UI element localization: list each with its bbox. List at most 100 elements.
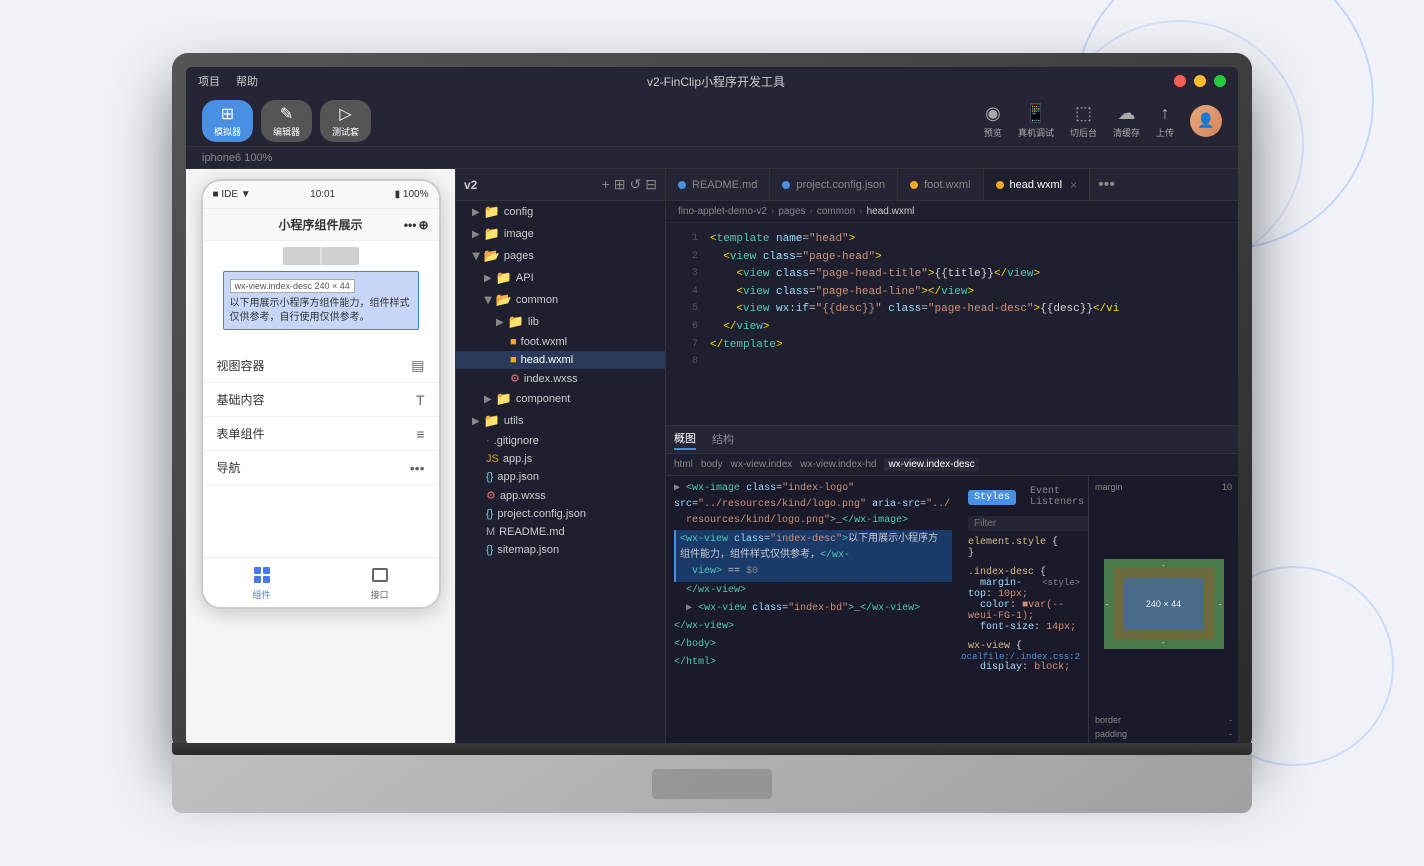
minimize-button[interactable] (1194, 75, 1206, 87)
tree-item-component[interactable]: ▶ 📁 component (456, 388, 665, 410)
folder-open-icon: 📂 (484, 248, 500, 264)
clear-cache-action[interactable]: ☁ 清缓存 (1113, 103, 1140, 139)
tree-item-foot-wxml[interactable]: ■ foot.wxml (456, 333, 665, 351)
tree-item-app-wxss[interactable]: ⚙ app.wxss (456, 486, 665, 505)
file-tree-title: v2 (464, 178, 477, 192)
styles-tab-event-listeners[interactable]: Event Listeners (1024, 484, 1088, 510)
styles-panel[interactable]: Styles Event Listeners DOM Breakpoints P… (960, 476, 1088, 745)
tab-item-component[interactable]: 组件 (251, 564, 273, 601)
window-controls (1174, 75, 1226, 87)
devtools-tab-structure[interactable]: 结构 (712, 431, 734, 449)
tab-dot (910, 181, 918, 189)
tree-item-readme[interactable]: M README.md (456, 523, 665, 541)
clear-cache-icon: ☁ (1117, 103, 1135, 124)
breadcrumb-part-2: pages (778, 206, 805, 217)
tree-item-app-json[interactable]: {} app.json (456, 468, 665, 486)
code-content: <view class="page-head-title">{{title}}<… (710, 266, 1040, 284)
clear-cache-label: 清缓存 (1113, 126, 1140, 139)
menu-item-project[interactable]: 项目 (198, 73, 220, 89)
simulator-button[interactable]: ⊞ 模拟器 (202, 100, 253, 142)
nav-item-basic-content[interactable]: 基础内容 T (203, 383, 439, 417)
tree-item-head-wxml[interactable]: ■ head.wxml (456, 351, 665, 369)
phone-title-bar: 小程序组件展示 ••• ⊕ (203, 209, 439, 241)
html-view[interactable]: ▶ <wx-image class="index-logo" src="../r… (666, 476, 960, 745)
close-button[interactable] (1174, 75, 1186, 87)
tab-close-icon[interactable]: × (1070, 178, 1077, 192)
toolbar-buttons: ⊞ 模拟器 ✎ 编辑器 ▷ 测试套 (202, 100, 371, 142)
devtools-content: ▶ <wx-image class="index-logo" src="../r… (666, 476, 1238, 745)
code-area[interactable]: 1 <template name="head"> 2 <view class="… (666, 223, 1238, 425)
breadcrumb-current: head.wxml (867, 206, 915, 217)
code-line-4: 4 <view class="page-head-line"></view> (666, 284, 1238, 302)
html-line: </wx-view> (674, 618, 952, 636)
folder-open-icon: 📂 (496, 292, 512, 308)
tree-item-sitemap[interactable]: {} sitemap.json (456, 541, 665, 559)
test-button[interactable]: ▷ 测试套 (320, 100, 371, 142)
devtools-tab-overview[interactable]: 概图 (674, 430, 696, 450)
box-border-label: border- (1095, 715, 1232, 725)
tab-item-interface[interactable]: 接口 (369, 564, 391, 601)
tree-item-api[interactable]: ▶ 📁 API (456, 267, 665, 289)
nav-item-form[interactable]: 表单组件 ≡ (203, 417, 439, 451)
laptop-screen: 项目 帮助 v2-FinClip小程序开发工具 ⊞ 模拟器 (186, 67, 1238, 745)
box-model-diagram: - - - - 240 × 44 (1095, 496, 1232, 711)
editor-button[interactable]: ✎ 编辑器 (261, 100, 312, 142)
tree-item-lib[interactable]: ▶ 📁 lib (456, 311, 665, 333)
tree-item-common[interactable]: ▶ 📂 common (456, 289, 665, 311)
breadcrumb-bar: fino-applet-demo-v2 › pages › common › h… (666, 201, 1238, 223)
tree-item-gitignore[interactable]: · .gitignore (456, 432, 665, 450)
wxss-icon: ⚙ (486, 489, 496, 502)
html-line: </wx-view> (674, 582, 952, 600)
expand-icon[interactable]: ⊕ (418, 218, 428, 232)
tree-item-utils[interactable]: ▶ 📁 utils (456, 410, 665, 432)
nav-item-icon-2: T (416, 392, 425, 408)
elem-tab-wx-view-index-hd[interactable]: wx-view.index-hd (800, 459, 876, 470)
tab-more-button[interactable]: ••• (1090, 176, 1123, 194)
upload-action[interactable]: ↑ 上传 (1156, 103, 1174, 139)
tree-item-index-wxss[interactable]: ⚙ index.wxss (456, 369, 665, 388)
elem-tab-html[interactable]: html (674, 459, 693, 470)
snapshot-action[interactable]: ⬚ 切后台 (1070, 103, 1097, 139)
elem-tab-wx-view-index-desc[interactable]: wx-view.index-desc (884, 458, 978, 471)
new-folder-icon[interactable]: ⊞ (614, 176, 626, 193)
tab-head-wxml[interactable]: head.wxml × (984, 169, 1091, 200)
maximize-button[interactable] (1214, 75, 1226, 87)
code-line-8: 8 (666, 354, 1238, 372)
nav-item-label-1: 视图容器 (217, 357, 265, 374)
nav-item-label-4: 导航 (217, 459, 241, 476)
new-file-icon[interactable]: + (602, 176, 610, 193)
dots-icon[interactable]: ••• (404, 218, 417, 232)
tree-item-label: app.js (503, 453, 532, 465)
elem-tab-body[interactable]: body (701, 459, 723, 470)
tree-item-image[interactable]: ▶ 📁 image (456, 223, 665, 245)
menu-item-help[interactable]: 帮助 (236, 73, 258, 89)
nav-item-view-container[interactable]: 视图容器 ▤ (203, 349, 439, 383)
nav-item-nav[interactable]: 导航 ••• (203, 451, 439, 485)
nav-item-label-2: 基础内容 (217, 391, 265, 408)
tree-item-pages[interactable]: ▶ 📂 pages (456, 245, 665, 267)
refresh-icon[interactable]: ↺ (630, 176, 642, 193)
preview-action[interactable]: ◉ 预览 (984, 103, 1002, 139)
styles-tab-styles[interactable]: Styles (968, 490, 1016, 505)
real-device-action[interactable]: 📱 真机调试 (1018, 103, 1054, 139)
html-line-highlighted: <wx-view class="index-desc">以下用展示小程序方组件能… (674, 530, 952, 582)
line-number: 1 (674, 231, 698, 249)
tree-item-config[interactable]: ▶ 📁 config (456, 201, 665, 223)
component-tab-label: 组件 (252, 588, 270, 601)
preview-icon: ◉ (985, 103, 1001, 124)
tree-item-app-js[interactable]: JS app.js (456, 450, 665, 468)
filter-input[interactable] (968, 516, 1088, 531)
phone-mockup: ■ IDE ▼ 10:01 ▮ 100% 小程序组件展示 ••• ⊕ (201, 179, 441, 609)
chevron-icon: ▶ (472, 416, 480, 427)
tab-readme[interactable]: README.md (666, 169, 770, 200)
laptop-hinge (172, 743, 1252, 755)
user-avatar[interactable]: 👤 (1190, 105, 1222, 137)
elem-tab-wx-view-index[interactable]: wx-view.index (731, 459, 793, 470)
collapse-icon[interactable]: ⊟ (645, 176, 657, 193)
tab-project-config[interactable]: project.config.json (770, 169, 898, 200)
chevron-icon: ▶ (496, 317, 504, 328)
file-tree-header: v2 + ⊞ ↺ ⊟ (456, 169, 665, 201)
tab-foot-wxml[interactable]: foot.wxml (898, 169, 983, 200)
tree-item-project-config[interactable]: {} project.config.json (456, 505, 665, 523)
tab-label: head.wxml (1010, 179, 1063, 191)
